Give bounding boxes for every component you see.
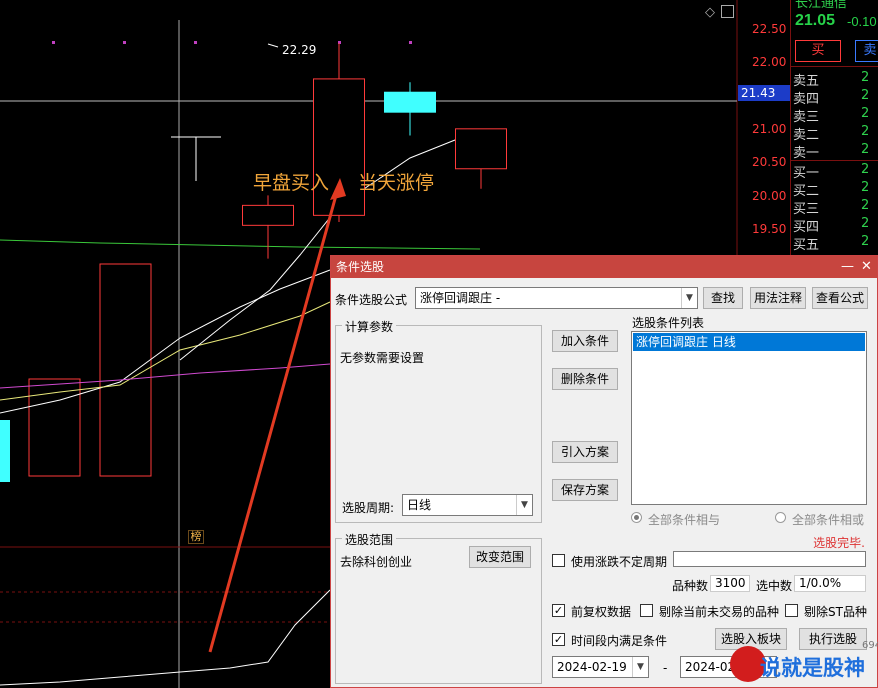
candle-body	[384, 91, 436, 113]
stocks-count-label: 品种数	[672, 579, 709, 593]
calc-params-title: 计算参数	[342, 318, 397, 335]
scope-group: 选股范围 去除科创创业 改变范围	[335, 531, 542, 684]
formula-label: 条件选股公式	[335, 293, 408, 307]
bid-3: 买三 2	[793, 198, 870, 217]
ask-5: 卖五 2	[793, 70, 870, 89]
stock-name: 长江通信	[795, 0, 848, 11]
chk-exclude-untraded-label: 剔除当前未交易的品种	[659, 605, 780, 619]
chevron-down-icon: ▼	[681, 288, 697, 308]
formula-select[interactable]: 涨停回调跟庄 - ▼	[415, 287, 698, 309]
scope-text: 去除科创创业	[340, 555, 413, 569]
view-formula-button[interactable]: 查看公式	[812, 287, 868, 309]
chevron-down-icon: ▼	[516, 495, 532, 515]
candle-body	[455, 128, 507, 170]
radio-all-or-label: 全部条件相或	[792, 513, 865, 527]
window-icon[interactable]	[721, 5, 734, 18]
selected-count-label: 选中数	[756, 579, 793, 593]
indicator-line	[0, 589, 331, 686]
chk-uncertain-period[interactable]	[552, 554, 565, 567]
save-scheme-button[interactable]: 保存方案	[552, 479, 618, 501]
calc-params-group: 计算参数 无参数需要设置 选股周期: 日线 ▼	[335, 318, 542, 523]
annotation-arrow	[208, 187, 340, 653]
list-item[interactable]: 涨停回调跟庄 日线	[633, 333, 865, 351]
bid-1: 买一 2	[793, 162, 870, 181]
change-scope-button[interactable]: 改变范围	[469, 546, 531, 568]
radio-all-and[interactable]	[631, 512, 642, 523]
import-scheme-button[interactable]: 引入方案	[552, 441, 618, 463]
chk-uncertain-period-label: 使用涨跌不定周期	[571, 555, 668, 569]
radio-all-and-label: 全部条件相与	[648, 513, 721, 527]
condition-list[interactable]: 涨停回调跟庄 日线	[631, 331, 867, 505]
ma-green	[0, 239, 481, 250]
signal-dots	[52, 41, 412, 44]
buy-button[interactable]: 买	[795, 40, 841, 62]
sell-button[interactable]: 卖	[855, 40, 878, 62]
candle-body	[242, 204, 294, 226]
bid-4: 买四 2	[793, 216, 870, 235]
price-tick: 20.50	[752, 155, 787, 169]
rank-badge[interactable]: 榜	[188, 530, 204, 544]
usage-notes-button[interactable]: 用法注释	[750, 287, 806, 309]
stocks-count-value: 3100	[710, 575, 750, 592]
minimize-icon[interactable]: —	[841, 256, 854, 278]
chk-time-range-label: 时间段内满足条件	[571, 634, 668, 648]
high-marker-line	[267, 43, 279, 48]
chk-time-range[interactable]: ✓	[552, 633, 565, 646]
radio-all-or[interactable]	[775, 512, 786, 523]
chevron-down-icon: ▼	[632, 657, 648, 677]
ask-4: 卖四 2	[793, 88, 870, 107]
price-tick: 22.00	[752, 55, 787, 69]
ma-yellow	[0, 301, 331, 401]
ma-purple	[0, 363, 331, 389]
high-marker-label: 22.29	[282, 43, 317, 57]
price-tick: 20.00	[752, 189, 787, 203]
watermark-text: 说就是股神	[760, 656, 865, 680]
candle-left-edge	[0, 420, 10, 482]
selected-count-value: 1/0.0%	[794, 575, 866, 592]
find-button[interactable]: 查找	[703, 287, 743, 309]
diamond-icon[interactable]: ◇	[705, 5, 715, 20]
period-select[interactable]: 日线 ▼	[402, 494, 533, 516]
delete-condition-button[interactable]: 删除条件	[552, 368, 618, 390]
chk-restore[interactable]: ✓	[552, 604, 565, 617]
period-label: 选股周期:	[342, 501, 395, 515]
status-text: 选股完毕.	[813, 536, 865, 550]
chk-exclude-untraded[interactable]	[640, 604, 653, 617]
close-icon[interactable]: ✕	[861, 256, 872, 278]
date-from-field[interactable]: 2024-02-19 ▼	[552, 656, 649, 678]
price-tick: 19.50	[752, 222, 787, 236]
candles	[242, 42, 507, 259]
bid-5: 买五 2	[793, 234, 870, 253]
date-separator: -	[663, 661, 668, 675]
ask-1: 卖一 2	[793, 142, 870, 161]
condition-stock-picker-dialog: 条件选股 — ✕ 条件选股公式 涨停回调跟庄 - ▼ 查找 用法注释 查看公式 …	[330, 255, 878, 688]
current-price-tag: 21.43	[738, 85, 790, 101]
chk-restore-label: 前复权数据	[571, 605, 632, 619]
watermark-sub: 694.cn	[862, 640, 878, 651]
ask-2: 卖二 2	[793, 124, 870, 143]
annotation-buy: 早盘买入	[253, 172, 330, 194]
dialog-title: 条件选股	[336, 260, 385, 274]
chk-exclude-st[interactable]	[785, 604, 798, 617]
price-change: -0.10	[847, 14, 877, 29]
candle-early-1	[28, 378, 81, 477]
watermark-logo: 694.cn 说就是股神	[730, 640, 878, 688]
annotation-limit-up: 当天涨停	[358, 172, 435, 194]
dialog-titlebar[interactable]: 条件选股 — ✕	[331, 256, 877, 278]
quote-panel: 长江通信 21.05 -0.10 买 卖 卖五 2 卖四 2 卖三 2 卖二 2 卖一 2…	[790, 0, 878, 260]
price-tick: 21.00	[752, 122, 787, 136]
bid-2: 买二 2	[793, 180, 870, 199]
last-price: 21.05	[795, 12, 836, 29]
price-tick: 22.50	[752, 22, 787, 36]
add-condition-button[interactable]: 加入条件	[552, 330, 618, 352]
scope-title: 选股范围	[342, 531, 397, 548]
uncertain-period-field[interactable]	[673, 551, 866, 567]
no-params-text: 无参数需要设置	[340, 351, 425, 365]
condition-list-title: 选股条件列表	[632, 316, 705, 330]
ask-3: 卖三 2	[793, 106, 870, 125]
candle-early-2	[99, 263, 152, 477]
chk-exclude-st-label: 剔除ST品种	[804, 605, 867, 619]
